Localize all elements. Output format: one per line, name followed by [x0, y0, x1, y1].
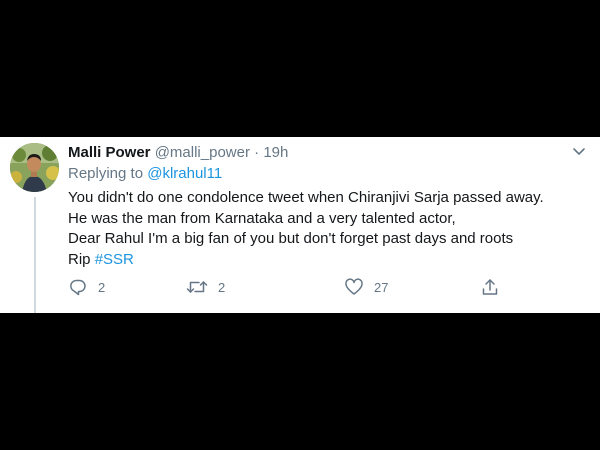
retweet-icon	[186, 281, 208, 293]
share-icon	[482, 279, 498, 295]
timestamp[interactable]: 19h	[263, 144, 288, 161]
thread-line	[34, 197, 36, 313]
retweet-button[interactable]: 2	[186, 277, 225, 297]
tweet-text-line: You didn't do one condolence tweet when …	[68, 189, 544, 206]
hashtag-link[interactable]: #SSR	[95, 251, 134, 268]
tweet-text-line-last: Rip #SSR	[68, 250, 588, 271]
display-name[interactable]: Malli Power	[68, 144, 151, 161]
like-button[interactable]: 27	[344, 277, 388, 297]
reply-button[interactable]: 2	[68, 277, 105, 297]
chevron-down-icon[interactable]	[572, 147, 586, 157]
reply-icon	[70, 279, 86, 296]
reply-count: 2	[98, 279, 106, 295]
avatar[interactable]	[10, 143, 59, 192]
replying-prefix: Replying to	[68, 165, 144, 182]
tweet-text: You didn't do one condolence tweet when …	[68, 188, 588, 270]
heart-icon	[345, 278, 363, 295]
tweet-text-prefix: Rip	[68, 250, 91, 268]
share-button[interactable]	[480, 277, 500, 297]
user-handle[interactable]: @malli_power	[155, 144, 250, 161]
like-count: 27	[374, 279, 389, 295]
separator-dot: ·	[254, 144, 260, 161]
tweet-header: Malli Power @malli_power · 19h	[68, 144, 288, 162]
tweet-card[interactable]: Malli Power @malli_power · 19h Replying …	[0, 137, 600, 313]
retweet-count: 2	[218, 279, 226, 295]
replying-to: Replying to @klrahul11	[68, 165, 222, 183]
tweet-text-line: Dear Rahul I'm a big fan of you but don'…	[68, 230, 514, 247]
replying-to-link[interactable]: @klrahul11	[147, 165, 222, 182]
avatar-image	[10, 143, 59, 192]
tweet-actions: 2 2 27	[68, 277, 508, 297]
tweet-text-line: He was the man from Karnataka and a very…	[68, 209, 456, 227]
